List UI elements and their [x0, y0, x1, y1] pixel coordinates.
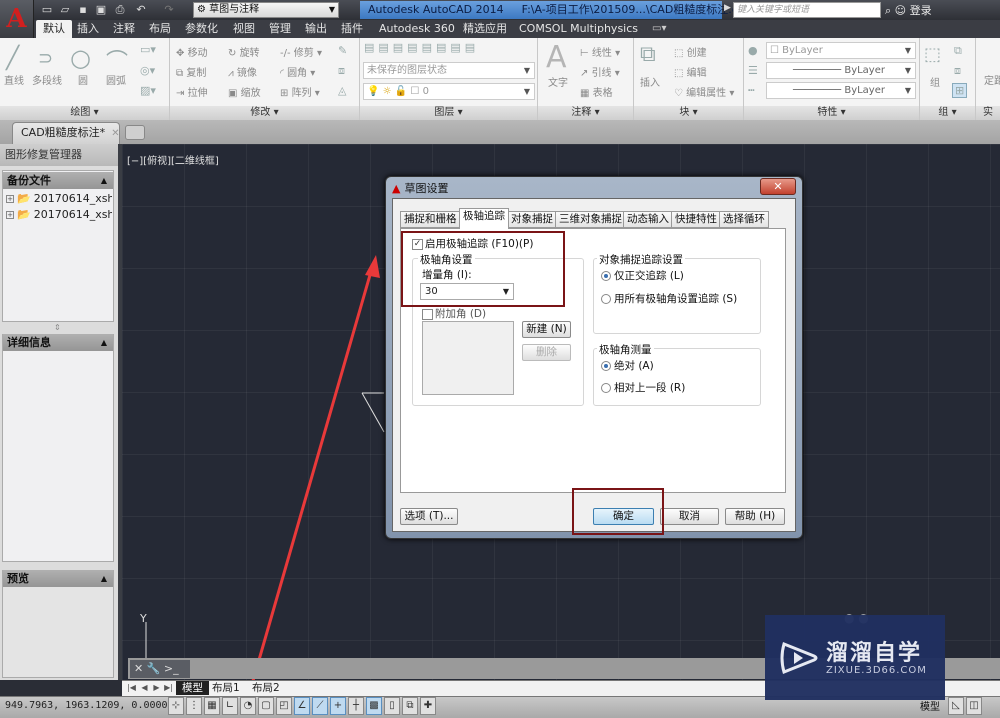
3d-osnap-icon[interactable]: ◰ — [276, 697, 292, 715]
polar-angle-group-title: 极轴角设置 — [418, 252, 475, 267]
tab-snap-grid[interactable]: 捕捉和栅格 — [400, 211, 461, 228]
lineweight-toggle-icon[interactable]: ┼ — [348, 697, 364, 715]
dynamic-input-icon[interactable]: + — [330, 697, 346, 715]
tab-3d-object-snap[interactable]: 三维对象捕捉 — [555, 211, 626, 228]
selection-cycling-icon[interactable]: ⧉ — [402, 697, 418, 715]
ortho-mode-icon[interactable]: ∟ — [222, 697, 238, 715]
snap-mode-icon[interactable]: ⋮ — [186, 697, 202, 715]
tab-layout1[interactable]: 布局1 — [206, 681, 246, 695]
increment-angle-label: 增量角 (I): — [422, 269, 472, 281]
polar-measure-group-title: 极轴角测量 — [597, 342, 654, 357]
chevron-down-icon: ▼ — [502, 287, 509, 296]
tab-selection-cycling[interactable]: 选择循环 — [719, 211, 769, 228]
tab-layout2[interactable]: 布局2 — [246, 681, 286, 695]
close-icon[interactable]: ✕ — [134, 662, 143, 675]
delete-angle-button[interactable]: 删除 — [522, 344, 571, 361]
tab-quick-properties[interactable]: 快捷特性 — [671, 211, 721, 228]
infer-constraints-icon[interactable]: ⊹ — [168, 697, 184, 715]
all-polar-tracking-radio[interactable]: 用所有极轴角设置追踪 (S) — [601, 291, 737, 306]
additional-angle-list[interactable] — [422, 321, 514, 395]
ok-button[interactable]: 确定 — [593, 508, 654, 525]
grid-display-icon[interactable]: ▦ — [204, 697, 220, 715]
object-snap-tracking-icon[interactable]: ∠ — [294, 697, 310, 715]
model-space-button[interactable]: 模型 — [920, 698, 940, 713]
polar-tracking-icon[interactable]: ◔ — [240, 697, 256, 715]
dialog-close-button[interactable]: ✕ — [760, 178, 796, 195]
prev-layout-icon[interactable]: ◀ — [139, 682, 150, 694]
watermark-name: 溜溜自学 — [826, 641, 923, 666]
play-logo-icon — [780, 641, 818, 675]
prompt-icon[interactable]: >_ — [164, 662, 179, 675]
new-angle-button[interactable]: 新建 (N) — [522, 321, 571, 338]
tab-dynamic-input[interactable]: 动态输入 — [623, 211, 673, 228]
transparency-icon[interactable]: ▩ — [366, 697, 382, 715]
next-layout-icon[interactable]: ▶ — [151, 682, 162, 694]
dialog-title: ▲ 草图设置 — [392, 182, 449, 195]
first-layout-icon[interactable]: |◀ — [126, 682, 137, 694]
annotation-monitor-icon[interactable]: ✚ — [420, 697, 436, 715]
coordinates-readout[interactable]: 949.7963, 1963.1209, 0.0000 — [5, 700, 168, 711]
snap-tracking-group-title: 对象捕捉追踪设置 — [597, 252, 685, 267]
arrow-head — [365, 255, 380, 278]
object-snap-icon[interactable]: ▢ — [258, 697, 274, 715]
increment-angle-select[interactable]: 30 ▼ — [420, 283, 514, 300]
tab-model[interactable]: 模型 — [176, 681, 209, 695]
radio-unselected-icon — [601, 383, 611, 393]
command-line-tools: ✕ 🔧 >_ — [130, 660, 190, 678]
quick-view-drawings-icon[interactable]: ◫ — [966, 697, 982, 715]
checkbox-checked-icon: ✓ — [412, 238, 423, 250]
watermark-url: ZIXUE.3D66.COM — [826, 665, 927, 676]
last-layout-icon[interactable]: ▶| — [163, 682, 174, 694]
arrow-shaft — [244, 267, 374, 706]
radio-selected-icon — [601, 361, 611, 371]
quick-properties-icon[interactable]: ▯ — [384, 697, 400, 715]
checkbox-unchecked-icon — [422, 308, 433, 320]
tab-object-snap[interactable]: 对象捕捉 — [507, 211, 557, 228]
wrench-icon[interactable]: 🔧 — [147, 662, 161, 675]
options-button[interactable]: 选项 (T)... — [400, 508, 458, 525]
tab-polar-tracking[interactable]: 极轴追踪 — [459, 208, 509, 229]
enable-polar-checkbox[interactable]: ✓ 启用极轴追踪 (F10)(P) — [412, 236, 533, 251]
autocad-logo-icon: ▲ — [392, 182, 401, 195]
relative-radio[interactable]: 相对上一段 (R) — [601, 380, 685, 395]
help-button[interactable]: 帮助 (H) — [725, 508, 785, 525]
radio-unselected-icon — [601, 294, 611, 304]
quick-view-layouts-icon[interactable]: ◺ — [948, 697, 964, 715]
absolute-radio[interactable]: 绝对 (A) — [601, 358, 654, 373]
cancel-button[interactable]: 取消 — [660, 508, 719, 525]
additional-angle-checkbox[interactable]: 附加角 (D) — [422, 306, 486, 321]
radio-selected-icon — [601, 271, 611, 281]
orthogonal-tracking-radio[interactable]: 仅正交追踪 (L) — [601, 268, 684, 283]
dynamic-ucs-icon[interactable]: ⟋ — [312, 697, 328, 715]
